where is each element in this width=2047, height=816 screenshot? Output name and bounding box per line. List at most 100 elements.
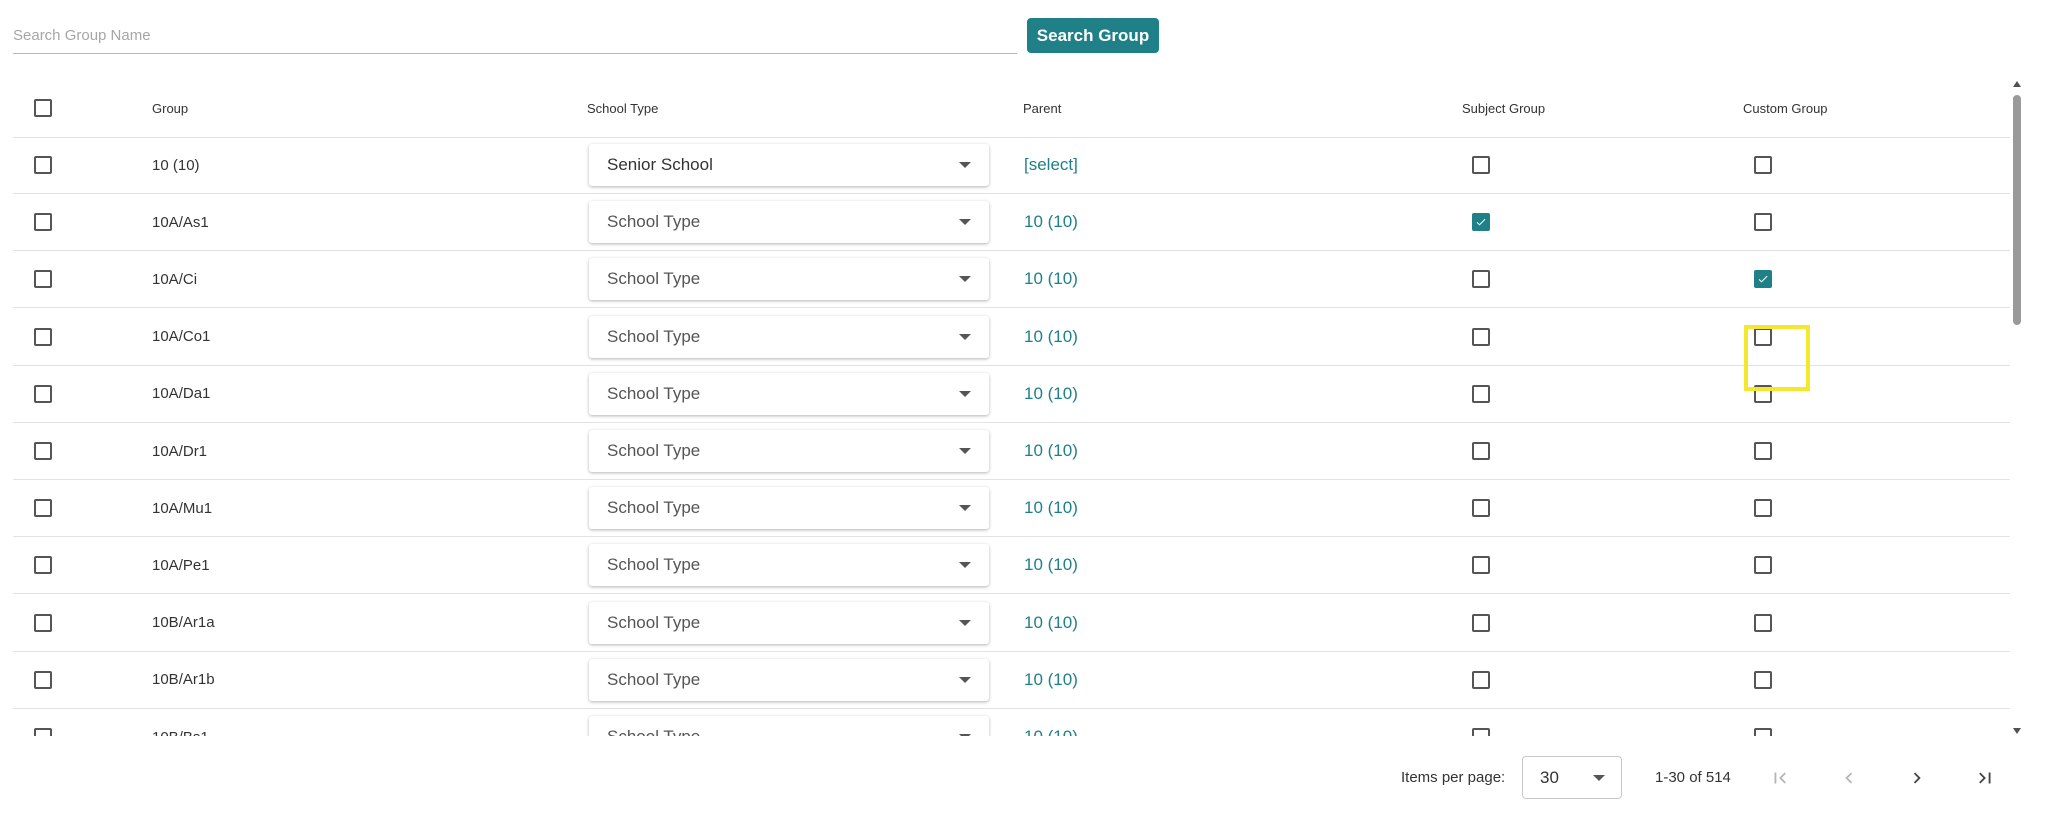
caret-down-icon bbox=[1593, 774, 1605, 781]
school-type-select[interactable]: School Type bbox=[589, 258, 989, 301]
school-type-select[interactable]: School Type bbox=[589, 487, 989, 530]
custom-group-checkbox[interactable] bbox=[1754, 670, 1772, 689]
row-select-checkbox[interactable] bbox=[34, 270, 52, 289]
school-type-select[interactable]: Senior School bbox=[589, 144, 989, 186]
table-row: 10A/Ci School Type 10 (10) bbox=[13, 251, 2010, 309]
subject-group-checkbox[interactable] bbox=[1472, 156, 1490, 174]
custom-group-checkbox[interactable] bbox=[1754, 213, 1772, 232]
subject-group-cell bbox=[1472, 137, 1490, 193]
custom-group-checkbox[interactable] bbox=[1754, 556, 1772, 575]
custom-group-checkbox[interactable] bbox=[1754, 442, 1772, 460]
subject-group-checkbox[interactable] bbox=[1472, 556, 1490, 575]
school-type-value: Senior School bbox=[607, 155, 713, 174]
parent-link[interactable]: 10 (10) bbox=[1024, 309, 1078, 365]
row-select-cell bbox=[34, 366, 52, 422]
parent-link[interactable]: 10 (10) bbox=[1024, 709, 1078, 736]
parent-link[interactable]: 10 (10) bbox=[1024, 652, 1078, 708]
subject-group-checkbox[interactable] bbox=[1472, 384, 1490, 403]
school-type-select[interactable]: School Type bbox=[589, 201, 989, 244]
custom-group-cell bbox=[1754, 309, 1772, 365]
school-type-cell: School Type bbox=[589, 480, 989, 536]
header-custom-group[interactable]: Custom Group bbox=[1743, 79, 1828, 137]
table-header-row: Group School Type Parent Subject Group C… bbox=[13, 79, 2010, 138]
school-type-value: School Type bbox=[607, 212, 701, 232]
custom-group-checkbox[interactable] bbox=[1754, 156, 1772, 174]
row-select-checkbox[interactable] bbox=[34, 442, 52, 460]
custom-group-cell bbox=[1754, 423, 1772, 479]
scroll-down-arrow-icon[interactable] bbox=[2013, 728, 2021, 734]
row-select-checkbox[interactable] bbox=[34, 156, 52, 174]
custom-group-checkbox[interactable] bbox=[1754, 327, 1772, 346]
header-parent[interactable]: Parent bbox=[1023, 79, 1061, 137]
first-page-button[interactable] bbox=[1760, 758, 1800, 798]
scroll-up-arrow-icon[interactable] bbox=[2013, 81, 2021, 87]
subject-group-checkbox[interactable] bbox=[1472, 670, 1490, 689]
subject-group-checkbox[interactable] bbox=[1472, 442, 1490, 460]
school-type-select[interactable]: School Type bbox=[589, 658, 989, 701]
page-range-label: 1-30 of 514 bbox=[1655, 769, 1731, 786]
groups-table: Group School Type Parent Subject Group C… bbox=[13, 79, 2010, 736]
row-select-checkbox[interactable] bbox=[34, 613, 52, 632]
school-type-select[interactable]: School Type bbox=[589, 716, 989, 736]
custom-group-checkbox[interactable] bbox=[1754, 613, 1772, 632]
subject-group-checkbox[interactable] bbox=[1472, 613, 1490, 632]
search-group-input[interactable] bbox=[13, 18, 1017, 52]
school-type-cell: School Type bbox=[589, 423, 989, 479]
subject-group-checkbox[interactable] bbox=[1472, 728, 1490, 736]
parent-link[interactable]: 10 (10) bbox=[1024, 423, 1078, 479]
vertical-scrollbar[interactable] bbox=[2012, 79, 2022, 736]
parent-link[interactable]: 10 (10) bbox=[1024, 194, 1078, 250]
school-type-value: School Type bbox=[607, 269, 701, 289]
select-all-checkbox[interactable] bbox=[34, 99, 52, 117]
school-type-select[interactable]: School Type bbox=[589, 601, 989, 644]
subject-group-cell bbox=[1472, 652, 1490, 708]
custom-group-checkbox[interactable] bbox=[1754, 384, 1772, 403]
custom-group-cell bbox=[1754, 652, 1772, 708]
group-name: 10B/Ar1a bbox=[152, 614, 215, 632]
row-select-checkbox[interactable] bbox=[34, 213, 52, 232]
parent-link[interactable]: 10 (10) bbox=[1024, 251, 1078, 307]
caret-down-icon bbox=[959, 505, 971, 512]
parent-link[interactable]: 10 (10) bbox=[1024, 537, 1078, 593]
subject-group-checkbox[interactable] bbox=[1472, 213, 1490, 232]
table-row: 10A/Dr1 School Type 10 (10) bbox=[13, 423, 2010, 480]
row-select-checkbox[interactable] bbox=[34, 327, 52, 346]
search-group-button[interactable]: Search Group bbox=[1027, 18, 1159, 53]
school-type-select[interactable]: School Type bbox=[589, 315, 989, 358]
subject-group-checkbox[interactable] bbox=[1472, 270, 1490, 289]
school-type-select[interactable]: School Type bbox=[589, 372, 989, 415]
school-type-cell: School Type bbox=[589, 709, 989, 736]
row-select-cell bbox=[34, 480, 52, 536]
previous-page-button[interactable] bbox=[1829, 758, 1869, 798]
group-name: 10 (10) bbox=[152, 156, 200, 174]
header-school-type[interactable]: School Type bbox=[587, 79, 658, 137]
table-row: 10B/Bs1 School Type 10 (10) bbox=[13, 709, 2010, 736]
school-type-select[interactable]: School Type bbox=[589, 430, 989, 472]
school-type-value: School Type bbox=[607, 669, 701, 689]
custom-group-checkbox[interactable] bbox=[1754, 728, 1772, 736]
custom-group-checkbox[interactable] bbox=[1754, 499, 1772, 518]
parent-link[interactable]: 10 (10) bbox=[1024, 366, 1078, 422]
items-per-page-select[interactable]: 30 bbox=[1522, 756, 1622, 799]
scrollbar-thumb[interactable] bbox=[2013, 95, 2021, 325]
parent-link[interactable]: [select] bbox=[1024, 137, 1078, 193]
last-page-button[interactable] bbox=[1965, 758, 2005, 798]
custom-group-cell bbox=[1754, 595, 1772, 651]
table-row: 10A/As1 School Type 10 (10) bbox=[13, 194, 2010, 252]
search-field[interactable] bbox=[13, 18, 1017, 54]
row-select-checkbox[interactable] bbox=[34, 670, 52, 689]
row-select-checkbox[interactable] bbox=[34, 384, 52, 403]
custom-group-checkbox[interactable] bbox=[1754, 270, 1772, 289]
header-subject-group[interactable]: Subject Group bbox=[1462, 79, 1545, 137]
school-type-select[interactable]: School Type bbox=[589, 544, 989, 587]
school-type-cell: School Type bbox=[589, 366, 989, 422]
row-select-checkbox[interactable] bbox=[34, 556, 52, 575]
row-select-checkbox[interactable] bbox=[34, 499, 52, 518]
header-group[interactable]: Group bbox=[152, 79, 188, 137]
row-select-checkbox[interactable] bbox=[34, 728, 52, 736]
subject-group-checkbox[interactable] bbox=[1472, 327, 1490, 346]
next-page-button[interactable] bbox=[1897, 758, 1937, 798]
parent-link[interactable]: 10 (10) bbox=[1024, 595, 1078, 651]
subject-group-checkbox[interactable] bbox=[1472, 499, 1490, 518]
parent-link[interactable]: 10 (10) bbox=[1024, 480, 1078, 536]
